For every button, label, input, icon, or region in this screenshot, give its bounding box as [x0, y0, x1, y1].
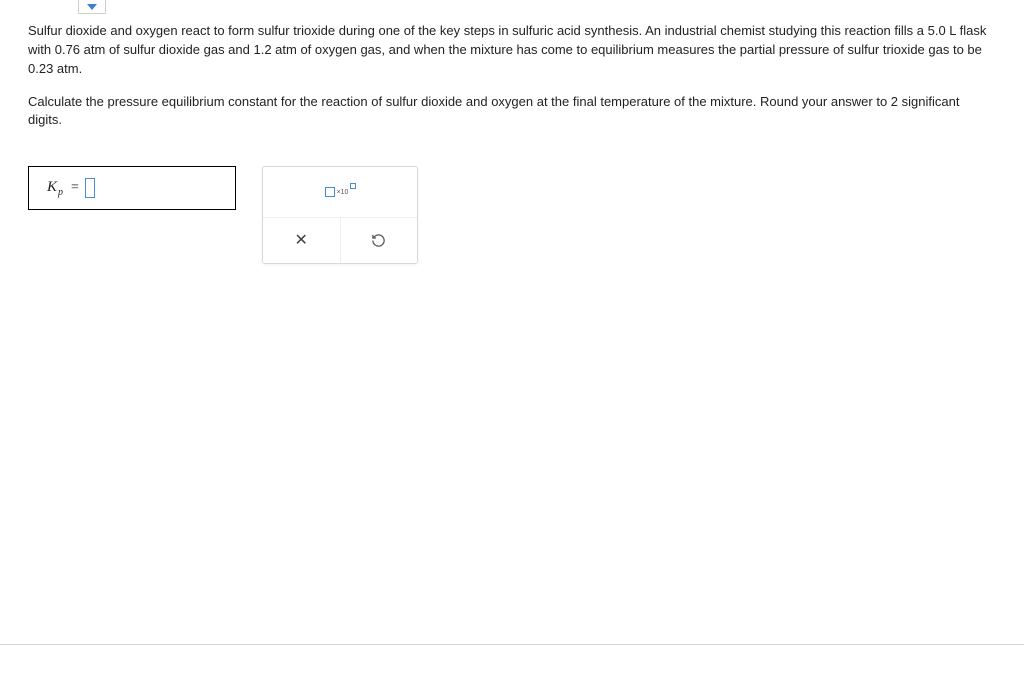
close-icon: ✕: [295, 229, 308, 252]
k-letter: K: [47, 177, 57, 199]
answer-placeholder-icon[interactable]: [85, 178, 95, 198]
divider: [0, 644, 1024, 645]
math-toolbox: ×10 ✕: [262, 166, 418, 264]
clear-button[interactable]: ✕: [263, 218, 341, 263]
value-pso2: 0.76 atm: [55, 42, 106, 57]
reset-icon: [371, 233, 386, 248]
expand-toggle[interactable]: [78, 0, 106, 14]
answer-input-box[interactable]: Kp =: [28, 166, 236, 210]
equals-sign: =: [71, 178, 79, 198]
text-segment: Sulfur dioxide and oxygen react to form …: [28, 23, 928, 38]
value-po2: 1.2 atm: [253, 42, 296, 57]
sci-notation-icon: ×10: [325, 187, 356, 197]
value-pso3: 0.23 atm: [28, 61, 79, 76]
problem-para-2: Calculate the pressure equilibrium const…: [28, 93, 996, 131]
problem-para-1: Sulfur dioxide and oxygen react to form …: [28, 22, 996, 79]
p-subscript: p: [58, 186, 63, 201]
answer-area: Kp = ×10 ✕: [28, 166, 996, 264]
kp-symbol: Kp: [47, 177, 63, 199]
chevron-down-icon: [87, 4, 97, 10]
text-segment: of sulfur dioxide gas and: [105, 42, 253, 57]
reset-button[interactable]: [341, 218, 418, 263]
text-segment: of oxygen gas, and when the mixture has …: [297, 42, 982, 57]
text-segment: .: [79, 61, 83, 76]
problem-content: Sulfur dioxide and oxygen react to form …: [0, 0, 1024, 264]
sci-notation-button[interactable]: ×10: [263, 167, 417, 217]
value-volume: 5.0 L: [928, 23, 956, 38]
